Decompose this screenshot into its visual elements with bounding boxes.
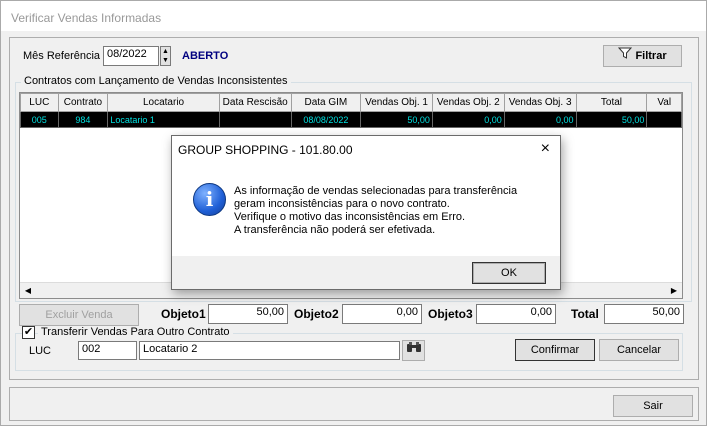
footer-panel	[9, 387, 699, 421]
cell-contrato: 984	[57, 111, 109, 128]
exit-button[interactable]: Sair	[613, 395, 693, 417]
scroll-right-icon[interactable]: ▶	[666, 283, 682, 298]
cell-data-rescisao	[218, 111, 292, 128]
column-header-vendas-obj-3[interactable]: Vendas Obj. 3	[503, 93, 577, 112]
spin-up-icon[interactable]: ▲	[161, 47, 170, 56]
luc-input[interactable]: 002	[78, 341, 137, 360]
dialog-message-line: Verifique o motivo das inconsistências e…	[234, 211, 466, 223]
objeto2-label: Objeto2	[294, 307, 339, 321]
confirm-button[interactable]: Confirmar	[515, 339, 595, 361]
column-header-data-gim[interactable]: Data GIM	[290, 93, 362, 112]
dialog-message-line: A transferência não poderá ser efetivada…	[234, 224, 436, 236]
dialog-message: As informação de vendas selecionadas par…	[234, 185, 517, 237]
cell-locatario: Locatario 1	[107, 111, 220, 128]
objeto1-label: Objeto1	[161, 307, 206, 321]
column-header-vendas-obj-2[interactable]: Vendas Obj. 2	[431, 93, 505, 112]
period-status: ABERTO	[182, 50, 229, 62]
ok-button[interactable]: OK	[472, 262, 546, 284]
dialog-message-line: As informação de vendas selecionadas par…	[234, 185, 518, 197]
dialog-message-line: geram inconsistências para o novo contra…	[234, 198, 450, 210]
close-icon[interactable]: ×	[541, 140, 550, 158]
month-reference-input[interactable]: 08/2022	[103, 46, 159, 66]
objeto3-value: 0,00	[476, 304, 556, 324]
filter-button[interactable]: Filtrar	[603, 45, 682, 67]
scroll-left-icon[interactable]: ◀	[20, 283, 36, 298]
contracts-group-title: Contratos com Lançamento de Vendas Incon…	[21, 75, 291, 87]
info-icon: i	[193, 183, 226, 216]
binoculars-icon[interactable]	[402, 340, 425, 361]
total-value: 50,00	[604, 304, 684, 324]
objeto2-value: 0,00	[342, 304, 422, 324]
luc-label: LUC	[29, 345, 52, 357]
cell-total: 50,00	[575, 111, 648, 128]
cancel-button[interactable]: Cancelar	[599, 339, 679, 361]
cell-vendas-obj-3: 0,00	[503, 111, 577, 128]
table-row[interactable]: 005 984 Locatario 1 08/08/2022 50,00 0,0…	[20, 111, 682, 128]
total-label: Total	[571, 307, 599, 321]
cell-vendas-obj-1: 50,00	[360, 111, 433, 128]
funnel-icon	[618, 46, 633, 66]
transfer-checkbox[interactable]: ✔	[22, 326, 35, 339]
column-header-contrato[interactable]: Contrato	[57, 93, 109, 112]
cell-luc: 005	[20, 111, 59, 128]
window-title: Verificar Vendas Informadas	[1, 1, 706, 31]
cell-data-gim: 08/08/2022	[290, 111, 362, 128]
main-window: Verificar Vendas Informadas Mês Referênc…	[0, 0, 707, 426]
cell-vendas-obj-2: 0,00	[431, 111, 505, 128]
column-header-data-rescisao[interactable]: Data Rescisão	[218, 93, 292, 112]
column-header-vendas-obj-1[interactable]: Vendas Obj. 1	[360, 93, 433, 112]
dialog-title: GROUP SHOPPING - 101.80.00	[178, 143, 353, 157]
column-header-luc[interactable]: LUC	[20, 93, 59, 112]
column-header-total[interactable]: Total	[575, 93, 648, 112]
filter-label: Filtrar	[635, 50, 667, 62]
column-header-val[interactable]: Val	[646, 93, 682, 112]
cell-val	[646, 111, 682, 128]
dialog-footer: OK	[172, 256, 560, 289]
month-reference-label: Mês Referência	[23, 50, 101, 62]
exclude-sale-button[interactable]: Excluir Venda	[19, 304, 139, 326]
month-spinner[interactable]: ▲ ▼	[160, 46, 171, 66]
objeto3-label: Objeto3	[428, 307, 473, 321]
objeto1-value: 50,00	[208, 304, 288, 324]
locatario-input[interactable]: Locatario 2	[139, 341, 400, 360]
message-dialog: GROUP SHOPPING - 101.80.00 × i As inform…	[171, 135, 561, 290]
spin-down-icon[interactable]: ▼	[161, 56, 170, 65]
transfer-group-title: Transferir Vendas Para Outro Contrato	[38, 326, 233, 338]
column-header-locatario[interactable]: Locatario	[107, 93, 220, 112]
